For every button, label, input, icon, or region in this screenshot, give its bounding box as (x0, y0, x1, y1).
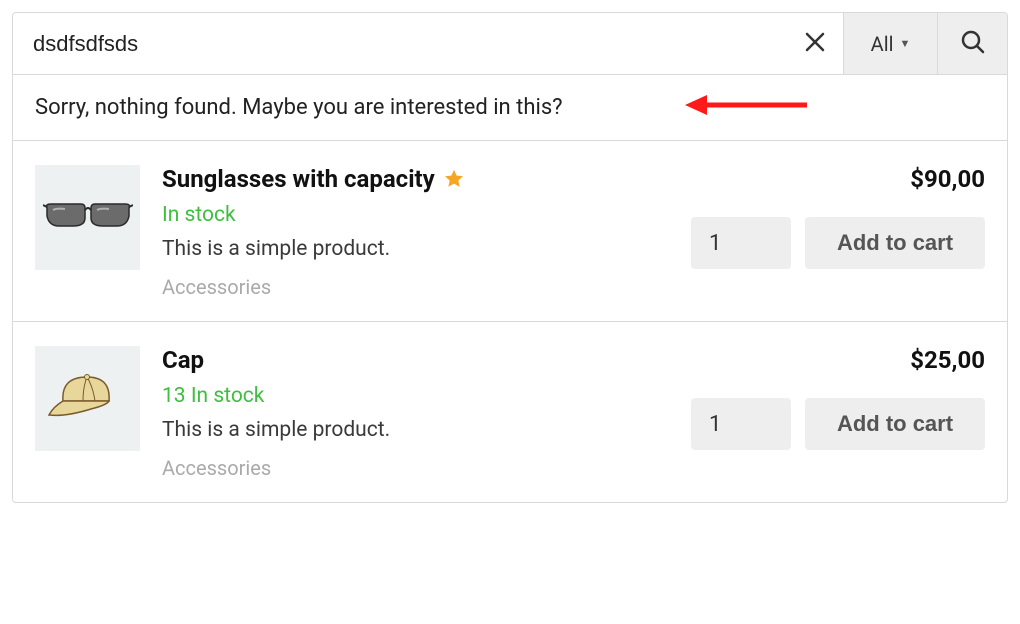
product-row: Sunglasses with capacity In stock This i… (13, 141, 1007, 322)
search-results-panel: All ▼ Sorry, nothing found. Maybe you ar… (12, 12, 1008, 503)
product-price: $90,00 (910, 165, 985, 193)
product-actions-col: $25,00 1 Add to cart (665, 346, 985, 480)
product-thumbnail[interactable] (35, 165, 140, 270)
filter-label: All (871, 32, 894, 56)
no-results-message: Sorry, nothing found. Maybe you are inte… (35, 95, 563, 120)
quantity-input[interactable]: 1 (691, 398, 791, 450)
add-to-cart-button[interactable]: Add to cart (805, 398, 985, 450)
stock-status: 13 In stock (162, 384, 643, 408)
quantity-input[interactable]: 1 (691, 217, 791, 269)
product-title[interactable]: Sunglasses with capacity (162, 165, 435, 193)
quantity-value: 1 (709, 231, 721, 256)
product-row: Cap 13 In stock This is a simple product… (13, 322, 1007, 502)
star-icon (443, 168, 465, 190)
product-title[interactable]: Cap (162, 346, 204, 374)
search-icon (960, 29, 986, 59)
cap-icon (43, 367, 133, 431)
stock-status: In stock (162, 203, 643, 227)
search-input[interactable] (13, 13, 787, 74)
category-filter-dropdown[interactable]: All ▼ (843, 13, 937, 74)
search-bar: All ▼ (13, 13, 1007, 75)
product-info: Sunglasses with capacity In stock This i… (162, 165, 643, 299)
add-to-cart-button[interactable]: Add to cart (805, 217, 985, 269)
clear-search-button[interactable] (787, 13, 843, 74)
product-info: Cap 13 In stock This is a simple product… (162, 346, 643, 480)
sunglasses-icon (43, 196, 133, 240)
quantity-value: 1 (709, 412, 721, 437)
search-button[interactable] (937, 13, 1007, 74)
product-description: This is a simple product. (162, 237, 643, 261)
close-icon (805, 32, 825, 56)
product-actions-col: $90,00 1 Add to cart (665, 165, 985, 299)
product-price: $25,00 (910, 346, 985, 374)
chevron-down-icon: ▼ (899, 37, 910, 50)
annotation-arrow-icon (683, 91, 813, 125)
product-category[interactable]: Accessories (162, 456, 643, 480)
product-category[interactable]: Accessories (162, 275, 643, 299)
product-description: This is a simple product. (162, 418, 643, 442)
product-thumbnail[interactable] (35, 346, 140, 451)
no-results-message-row: Sorry, nothing found. Maybe you are inte… (13, 75, 1007, 141)
